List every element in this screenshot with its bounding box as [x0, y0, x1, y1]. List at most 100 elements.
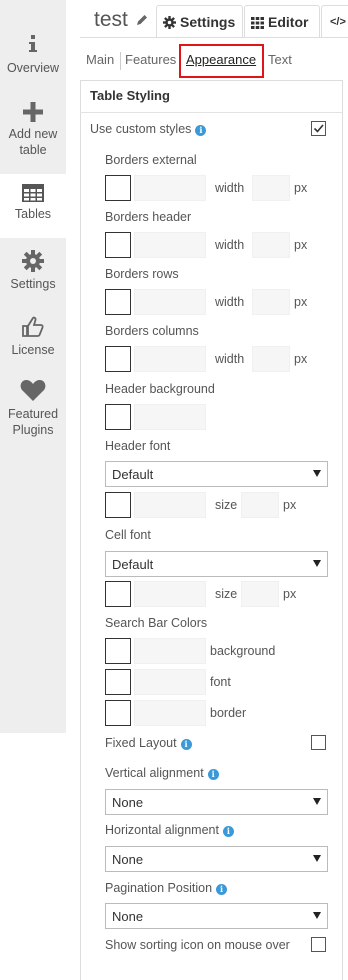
- info-icon[interactable]: i: [216, 884, 228, 895]
- search-bar-font-swatch[interactable]: [105, 669, 131, 695]
- subtab-main[interactable]: Main: [86, 52, 114, 67]
- borders-external-color-swatch[interactable]: [105, 175, 131, 201]
- pagination-position-select[interactable]: None: [105, 903, 328, 929]
- plus-icon: [23, 102, 43, 122]
- borders-external-width-input[interactable]: [252, 175, 290, 201]
- info-icon[interactable]: i: [195, 125, 207, 136]
- borders-external-label: Borders external: [105, 153, 197, 167]
- code-icon: </>: [330, 16, 346, 28]
- sidebar-label: Tables: [14, 207, 52, 221]
- cell-font-size-input[interactable]: [241, 581, 279, 607]
- header-background-color-input[interactable]: [134, 404, 206, 430]
- info-icon[interactable]: i: [207, 769, 219, 780]
- header-font-color-input[interactable]: [134, 492, 206, 518]
- sidebar-label: Add new table: [8, 127, 58, 157]
- select-value: None: [112, 852, 144, 867]
- sidebar-item-license[interactable]: License: [0, 316, 66, 366]
- select-value: None: [112, 795, 144, 810]
- info-icon[interactable]: i: [180, 739, 192, 750]
- search-bar-background-label: background: [210, 644, 276, 658]
- sidebar-label: Featured Plugins: [7, 407, 59, 437]
- width-label: width: [215, 295, 245, 309]
- tab-code[interactable]: </>: [321, 5, 348, 38]
- tab-editor[interactable]: Editor: [244, 5, 320, 38]
- borders-header-width-input[interactable]: [252, 232, 290, 258]
- search-bar-border-label: border: [210, 706, 247, 720]
- search-bar-font-input[interactable]: [134, 669, 206, 695]
- grid-icon: [251, 17, 264, 29]
- borders-columns-color-input[interactable]: [134, 346, 206, 372]
- sidebar-label: Overview: [6, 61, 60, 75]
- dropdown-arrow-icon: [313, 470, 321, 477]
- horizontal-alignment-select[interactable]: None: [105, 846, 328, 872]
- unit-label: px: [294, 181, 308, 195]
- search-bar-border-input[interactable]: [134, 700, 206, 726]
- dropdown-arrow-icon: [313, 855, 321, 862]
- fixed-layout-checkbox[interactable]: [311, 735, 326, 750]
- use-custom-styles-checkbox[interactable]: [311, 121, 326, 136]
- borders-header-color-input[interactable]: [134, 232, 206, 258]
- cell-font-color-input[interactable]: [134, 581, 206, 607]
- unit-label: px: [283, 587, 297, 601]
- info-icon: [29, 35, 37, 52]
- fixed-layout-label: Fixed Layout i: [105, 736, 192, 750]
- sidebar-item-featured-plugins[interactable]: Featured Plugins: [0, 380, 66, 446]
- search-bar-border-swatch[interactable]: [105, 700, 131, 726]
- header-font-color-swatch[interactable]: [105, 492, 131, 518]
- pencil-icon[interactable]: [136, 14, 148, 26]
- subtab-features[interactable]: Features: [125, 52, 176, 67]
- tab-label: Settings: [180, 14, 236, 30]
- borders-columns-width-input[interactable]: [252, 346, 290, 372]
- table-title: test: [94, 8, 128, 31]
- borders-header-color-swatch[interactable]: [105, 232, 131, 258]
- borders-rows-color-input[interactable]: [134, 289, 206, 315]
- sidebar: Overview Add new table Tables Settings L…: [0, 0, 66, 733]
- thumbs-up-icon: [22, 316, 44, 337]
- sorting-icon-checkbox[interactable]: [311, 937, 326, 952]
- horizontal-alignment-label: Horizontal alignment i: [105, 823, 234, 837]
- borders-rows-width-input[interactable]: [252, 289, 290, 315]
- tab-label: Editor: [268, 14, 309, 30]
- subtab-text[interactable]: Text: [268, 52, 292, 67]
- sidebar-item-add-new-table[interactable]: Add new table: [0, 102, 66, 168]
- select-value: Default: [112, 557, 154, 572]
- header-background-color-swatch[interactable]: [105, 404, 131, 430]
- heading-divider: [80, 112, 343, 113]
- info-icon[interactable]: i: [222, 826, 234, 837]
- sidebar-item-tables[interactable]: Tables: [0, 174, 66, 238]
- cell-font-color-swatch[interactable]: [105, 581, 131, 607]
- checkmark-icon: [313, 124, 324, 133]
- borders-rows-label: Borders rows: [105, 267, 179, 281]
- header-font-size-input[interactable]: [241, 492, 279, 518]
- borders-columns-color-swatch[interactable]: [105, 346, 131, 372]
- borders-external-color-input[interactable]: [134, 175, 206, 201]
- search-bar-background-input[interactable]: [134, 638, 206, 664]
- header-font-select[interactable]: Default: [105, 461, 328, 487]
- label-text: Pagination Position: [105, 881, 213, 895]
- sidebar-item-settings[interactable]: Settings: [0, 250, 66, 300]
- label-text: Fixed Layout: [105, 736, 177, 750]
- dropdown-arrow-icon: [313, 798, 321, 805]
- cell-font-label: Cell font: [105, 528, 151, 542]
- sidebar-label: License: [11, 343, 55, 357]
- search-bar-background-swatch[interactable]: [105, 638, 131, 664]
- cell-font-select[interactable]: Default: [105, 551, 328, 577]
- heart-icon: [20, 380, 46, 401]
- size-label: size: [215, 587, 238, 601]
- table-icon: [22, 184, 44, 202]
- search-bar-font-label: font: [210, 675, 231, 689]
- tab-settings[interactable]: Settings: [156, 5, 243, 38]
- sidebar-item-overview[interactable]: Overview: [0, 34, 66, 84]
- gear-icon: [22, 250, 44, 272]
- dropdown-arrow-icon: [313, 560, 321, 567]
- vertical-alignment-select[interactable]: None: [105, 789, 328, 815]
- unit-label: px: [283, 498, 297, 512]
- select-value: None: [112, 909, 144, 924]
- unit-label: px: [294, 295, 308, 309]
- label-text: Horizontal alignment: [105, 823, 219, 837]
- tabs-divider: [80, 37, 348, 38]
- header-font-label: Header font: [105, 439, 171, 453]
- pagination-position-label: Pagination Position i: [105, 881, 228, 895]
- sidebar-label: Settings: [10, 277, 56, 291]
- borders-rows-color-swatch[interactable]: [105, 289, 131, 315]
